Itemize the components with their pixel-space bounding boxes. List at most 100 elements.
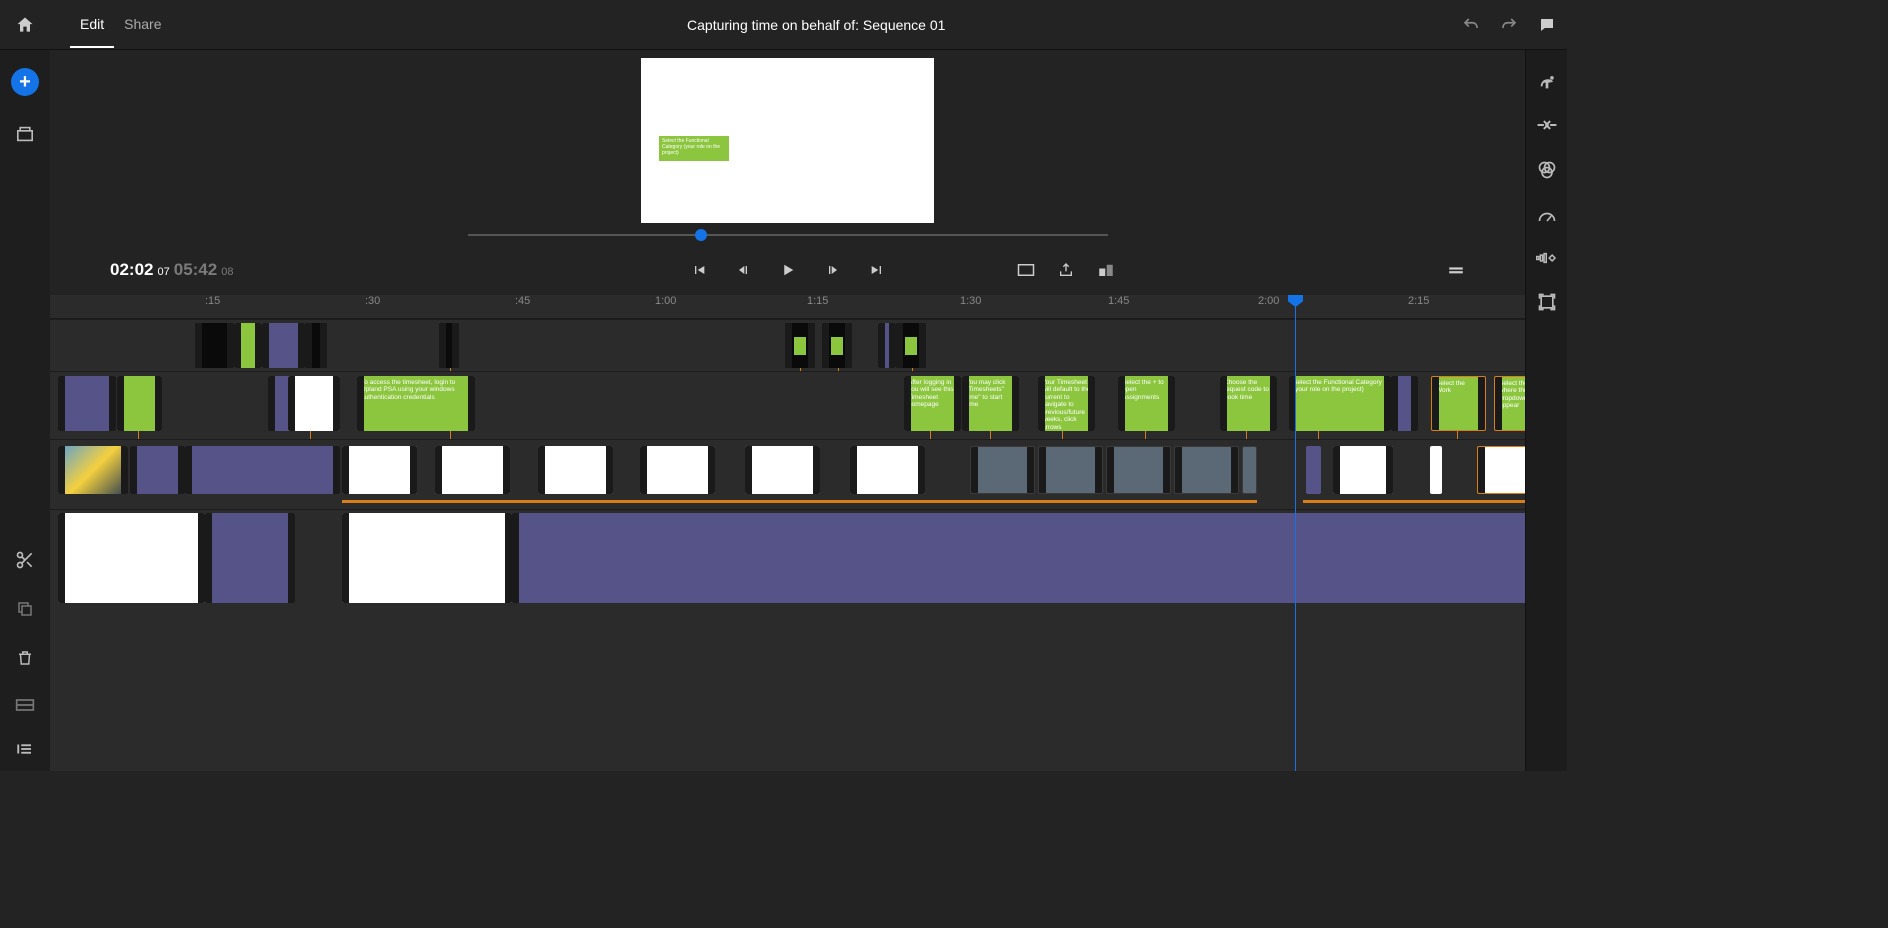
tab-edit[interactable]: Edit <box>70 2 114 48</box>
project-title: Capturing time on behalf of: Sequence 01 <box>171 17 1461 33</box>
ruler-mark: 1:15 <box>807 295 828 307</box>
clip[interactable] <box>58 513 205 603</box>
home-button[interactable] <box>10 15 40 35</box>
clip[interactable]: Select the Functional Category (your rol… <box>1289 376 1391 431</box>
tracks-container: To access the timesheet, login to Upland… <box>50 319 1525 607</box>
clip[interactable] <box>785 323 815 368</box>
redo-button[interactable] <box>1499 16 1519 34</box>
copy-icon[interactable] <box>16 600 34 618</box>
clip[interactable] <box>1477 446 1525 494</box>
clip[interactable] <box>1391 376 1418 431</box>
transform-icon[interactable] <box>1537 292 1557 312</box>
clip[interactable]: To access the timesheet, login to Upland… <box>357 376 475 431</box>
speed-icon[interactable] <box>1537 208 1557 224</box>
timecode: 02:02 07 05:42 08 <box>110 260 233 280</box>
snapshot-button[interactable] <box>1097 262 1115 278</box>
clip[interactable] <box>1333 446 1393 494</box>
timeline[interactable]: :15:30:451:001:151:301:452:002:15 To acc… <box>50 295 1525 771</box>
clip[interactable] <box>342 513 512 603</box>
preview-monitor[interactable]: Select the Functional Category (your rol… <box>641 58 934 223</box>
clip[interactable] <box>58 446 128 494</box>
clip[interactable] <box>640 446 715 494</box>
clip[interactable] <box>234 323 262 368</box>
playhead[interactable] <box>1295 295 1296 771</box>
clip[interactable] <box>342 446 417 494</box>
clip[interactable] <box>1106 446 1171 494</box>
tab-share[interactable]: Share <box>114 2 171 48</box>
svg-text:T: T <box>1544 79 1550 89</box>
clip[interactable] <box>185 446 340 494</box>
fullscreen-button[interactable] <box>1017 263 1035 277</box>
ruler-mark: :30 <box>365 295 380 307</box>
clip[interactable]: You may click "Timesheets" time" to star… <box>962 376 1019 431</box>
clip[interactable] <box>1038 446 1103 494</box>
preview-scrubber[interactable] <box>468 225 1108 245</box>
clip[interactable] <box>439 323 459 368</box>
clip[interactable] <box>1430 446 1442 494</box>
clip[interactable] <box>1242 446 1257 494</box>
clip[interactable] <box>878 323 896 368</box>
ruler-mark: 1:30 <box>960 295 981 307</box>
overlay-track-1[interactable]: To access the timesheet, login to Upland… <box>50 371 1525 439</box>
undo-button[interactable] <box>1461 16 1481 34</box>
clip[interactable] <box>896 323 926 368</box>
clip[interactable] <box>58 376 116 431</box>
transitions-icon[interactable] <box>1536 118 1558 132</box>
trash-icon[interactable] <box>16 648 34 668</box>
clip[interactable]: Select the Work <box>1431 376 1486 431</box>
clip[interactable] <box>970 446 1035 494</box>
clip[interactable]: Select the + to open Assignments <box>1118 376 1175 431</box>
clip[interactable] <box>305 323 327 368</box>
clip[interactable] <box>130 446 185 494</box>
clip[interactable] <box>538 446 613 494</box>
clip[interactable] <box>205 513 295 603</box>
clip[interactable]: Choose the request code to book time <box>1220 376 1277 431</box>
clip[interactable] <box>288 376 340 431</box>
overlay-track-2[interactable] <box>50 319 1525 371</box>
clip[interactable]: After logging in you will see this Times… <box>904 376 961 431</box>
time-ruler[interactable]: :15:30:451:001:151:301:452:002:15 <box>50 295 1525 319</box>
titles-icon[interactable] <box>15 698 35 712</box>
clip[interactable] <box>262 323 305 368</box>
goto-start-button[interactable] <box>691 262 707 278</box>
video-track[interactable] <box>50 439 1525 509</box>
main-area: Select the Functional Category (your rol… <box>50 50 1525 771</box>
total-time: 05:42 <box>174 260 217 280</box>
view-options-button[interactable] <box>1447 265 1465 275</box>
total-frames: 08 <box>221 266 233 278</box>
clip[interactable] <box>850 446 925 494</box>
comments-button[interactable] <box>1537 16 1557 34</box>
app-header: Edit Share Capturing time on behalf of: … <box>0 0 1567 50</box>
add-media-button[interactable]: + <box>11 68 39 96</box>
clip[interactable] <box>512 513 1525 603</box>
play-button[interactable] <box>779 261 797 279</box>
audio-track[interactable] <box>50 509 1525 607</box>
clip[interactable] <box>1174 446 1239 494</box>
clip[interactable]: Select the Tasks where the dropdown will… <box>1494 376 1525 431</box>
clip[interactable]: Your Timesheet will default to the curre… <box>1038 376 1095 431</box>
clip[interactable] <box>297 513 342 603</box>
clip[interactable] <box>117 376 162 431</box>
export-frame-button[interactable] <box>1057 262 1075 278</box>
step-forward-button[interactable] <box>825 262 841 278</box>
clip[interactable] <box>1306 446 1321 494</box>
titles-panel-icon[interactable]: T <box>1536 72 1558 90</box>
goto-end-button[interactable] <box>869 262 885 278</box>
clip[interactable] <box>435 446 510 494</box>
mode-tabs: Edit Share <box>70 2 171 48</box>
left-toolbar: + <box>0 50 50 771</box>
clip[interactable] <box>195 323 234 368</box>
ruler-mark: :15 <box>205 295 220 307</box>
preview-area: Select the Functional Category (your rol… <box>50 50 1525 245</box>
clip[interactable] <box>822 323 852 368</box>
scissors-icon[interactable] <box>15 550 35 570</box>
list-icon[interactable] <box>16 742 34 756</box>
color-icon[interactable] <box>1537 160 1557 180</box>
step-back-button[interactable] <box>735 262 751 278</box>
project-assets-icon[interactable] <box>15 126 35 142</box>
scrubber-handle[interactable] <box>695 229 707 241</box>
header-right <box>1461 16 1557 34</box>
audio-icon[interactable] <box>1536 252 1558 264</box>
preview-callout: Select the Functional Category (your rol… <box>659 136 729 161</box>
clip[interactable] <box>745 446 820 494</box>
